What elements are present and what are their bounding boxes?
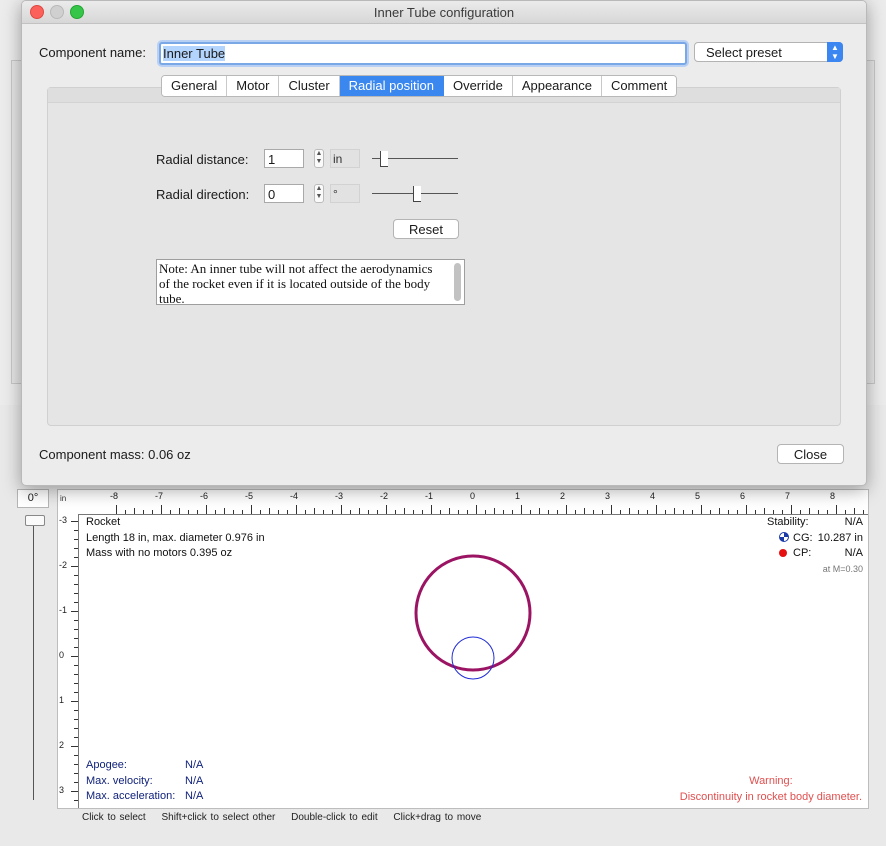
- component-mass-label: Component mass: 0.06 oz: [39, 447, 191, 462]
- rocket-figure-canvas[interactable]: in -8 -7 -6 -5 -4 -3 -2 -1 0 1 2 3 4 5 6 7 8 -3 -2 -1 0 1 2 3 …: [57, 489, 869, 809]
- stability-info: Stability: N/A CG: 10.287 in CP: N/A at …: [738, 515, 863, 577]
- body-tube-cross-section[interactable]: [414, 554, 532, 672]
- rotation-slider-handle[interactable]: [25, 515, 45, 526]
- hint-select-other: Shift+click to select other: [161, 812, 276, 823]
- warning-title: Warning:: [749, 775, 793, 787]
- max-velocity-label: Max. velocity:: [86, 774, 153, 787]
- cg-icon: [779, 531, 789, 542]
- flight-info: Apogee: N/A Max. velocity: N/A Max. accele…: [86, 758, 203, 805]
- inner-tube-cross-section[interactable]: [451, 636, 495, 680]
- mach-note: at M=0.30: [822, 563, 863, 574]
- tab-override[interactable]: Override: [443, 76, 513, 96]
- rocket-mass: Mass with no motors 0.395 oz: [86, 547, 233, 559]
- component-name-value: Inner Tube: [163, 46, 226, 61]
- radial-distance-input[interactable]: 1: [264, 149, 304, 168]
- chevron-updown-icon: ▲ ▼: [827, 42, 843, 62]
- apogee-label: Apogee:: [86, 759, 127, 771]
- dialog-title: Inner Tube configuration: [373, 5, 515, 20]
- hint-select: Click to select: [82, 812, 146, 823]
- component-name-label: Component name:: [39, 45, 146, 60]
- apogee-value: N/A: [185, 759, 204, 771]
- tab-appearance[interactable]: Appearance: [512, 76, 602, 96]
- rotation-angle-display: 0°: [17, 489, 49, 508]
- radial-distance-unit-selector[interactable]: in: [330, 149, 360, 168]
- tab-general[interactable]: General: [162, 76, 228, 96]
- rotation-slider-track[interactable]: [33, 515, 34, 800]
- select-preset-label: Select preset: [706, 45, 782, 60]
- radial-direction-slider-handle[interactable]: [413, 186, 421, 202]
- tab-radial-position[interactable]: Radial position: [339, 76, 444, 96]
- tab-motor[interactable]: Motor: [227, 76, 280, 96]
- radial-direction-stepper[interactable]: ▲ ▼: [314, 184, 324, 203]
- rocket-length: Length 18 in, max. diameter 0.976 in: [86, 531, 265, 544]
- tab-comment[interactable]: Comment: [601, 76, 677, 96]
- cg-label: CG:: [793, 531, 813, 544]
- note-scrollbar[interactable]: [454, 263, 461, 301]
- radial-distance-stepper[interactable]: ▲ ▼: [314, 149, 324, 168]
- stability-label: Stability:: [767, 516, 809, 528]
- note-text: Note: An inner tube will not affect the …: [159, 261, 433, 306]
- hint-edit: Double-click to edit: [291, 812, 378, 823]
- reset-button[interactable]: Reset: [393, 219, 459, 239]
- stability-value: N/A: [844, 516, 863, 528]
- dialog-titlebar[interactable]: Inner Tube configuration: [22, 1, 866, 24]
- radial-distance-slider-handle[interactable]: [380, 151, 388, 167]
- rocket-name: Rocket: [86, 516, 121, 528]
- radial-direction-input[interactable]: 0: [264, 184, 304, 203]
- inner-tube-configuration-dialog: Inner Tube configuration Component name:…: [21, 0, 867, 486]
- max-acceleration-label: Max. acceleration:: [86, 790, 176, 802]
- rocket-info: Rocket Length 18 in, max. diameter 0.976…: [86, 515, 265, 562]
- max-velocity-value: N/A: [185, 774, 204, 787]
- cp-value: N/A: [844, 547, 863, 559]
- select-preset-dropdown[interactable]: Select preset ▲ ▼: [694, 42, 843, 62]
- radial-direction-unit-selector[interactable]: °: [330, 184, 360, 203]
- tab-content-panel: [47, 87, 841, 426]
- config-tabs: General Motor Cluster Radial position Ov…: [161, 75, 678, 97]
- hint-move: Click+drag to move: [393, 812, 482, 823]
- inner-tube-note: Note: An inner tube will not affect the …: [156, 259, 465, 306]
- component-name-input[interactable]: Inner Tube: [159, 42, 687, 65]
- warning-message: Warning: Discontinuity in rocket body di…: [680, 774, 862, 805]
- cp-icon: [779, 549, 787, 557]
- tab-cluster[interactable]: Cluster: [279, 76, 340, 96]
- cp-label: CP:: [793, 547, 812, 559]
- warning-text: Discontinuity in rocket body diameter.: [679, 790, 862, 803]
- mouse-hints: Click to select Shift+click to select ot…: [82, 812, 493, 823]
- radial-distance-label: Radial distance:: [156, 152, 249, 167]
- max-acceleration-value: N/A: [185, 790, 204, 802]
- close-button[interactable]: Close: [777, 444, 844, 464]
- radial-direction-label: Radial direction:: [156, 187, 250, 202]
- cg-value: 10.287 in: [817, 531, 863, 544]
